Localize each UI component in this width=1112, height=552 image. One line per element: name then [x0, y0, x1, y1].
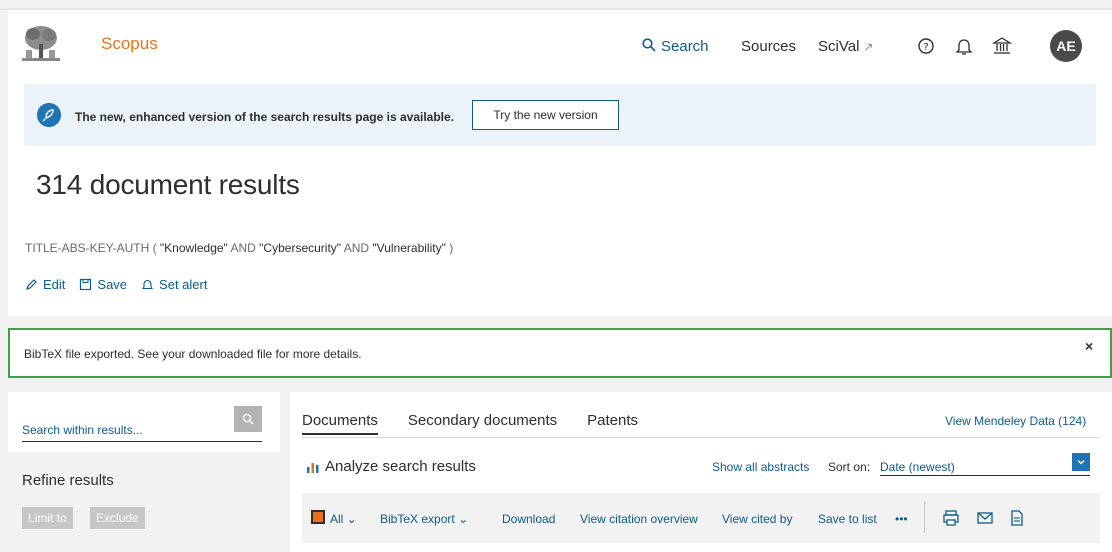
tab-patents[interactable]: Patents [587, 412, 638, 435]
tab-documents[interactable]: Documents [302, 412, 378, 435]
view-cited-by-button[interactable]: View cited by [722, 512, 792, 526]
query-suffix: ) [449, 241, 454, 255]
query-term-2: "Cybersecurity" [259, 241, 342, 255]
try-new-version-button[interactable]: Try the new version [472, 100, 619, 130]
search-within-field [22, 422, 262, 442]
view-mendeley-data-link[interactable]: View Mendeley Data (124) [945, 414, 1086, 428]
analyze-label: Analyze search results [325, 458, 476, 475]
nav-scival-label: SciVal [818, 38, 860, 55]
export-success-alert: BibTeX file exported. See your downloade… [8, 328, 1112, 378]
nav-scival[interactable]: SciVal ↗ [818, 38, 873, 55]
user-avatar[interactable]: AE [1050, 30, 1082, 62]
analyze-search-results-link[interactable]: Analyze search results [306, 458, 476, 475]
query-term-3: "Vulnerability" [372, 241, 446, 255]
chevron-down-icon: ⌄ [458, 512, 469, 526]
sort-on-label: Sort on: [828, 460, 871, 474]
email-icon[interactable] [976, 509, 994, 527]
bell-icon[interactable] [954, 36, 974, 56]
sort-selected-value: Date (newest) [880, 460, 955, 474]
refine-results-title: Refine results [22, 472, 114, 489]
search-within-input[interactable] [22, 423, 222, 437]
search-icon [242, 413, 254, 425]
rocket-icon [37, 103, 61, 127]
download-button[interactable]: Download [502, 512, 555, 526]
document-type-tabs: Documents Secondary documents Patents [302, 412, 638, 435]
edit-query-button[interactable]: Edit [25, 277, 65, 292]
query-op-2: AND [341, 241, 373, 255]
view-citation-overview-button[interactable]: View citation overview [580, 512, 698, 526]
nav-search-label: Search [661, 38, 709, 55]
set-alert-button[interactable]: Set alert [141, 277, 207, 292]
query-term-1: "Knowledge" [159, 241, 228, 255]
show-all-abstracts-link[interactable]: Show all abstracts [712, 460, 809, 474]
chevron-down-icon[interactable] [1072, 453, 1090, 471]
results-content: Documents Secondary documents Patents Vi… [290, 392, 1112, 552]
floppy-disk-icon [80, 278, 92, 291]
results-header-panel: The new, enhanced version of the search … [8, 80, 1112, 316]
select-all-label: All [330, 512, 344, 526]
tabs-divider [302, 437, 1100, 438]
refine-sidebar: Refine results Limit to Exclude [8, 392, 280, 552]
query-op-1: AND [227, 241, 260, 255]
select-all-checkbox[interactable] [311, 510, 325, 524]
nav-sources[interactable]: Sources [741, 38, 796, 55]
print-icon[interactable] [942, 509, 960, 527]
edit-label: Edit [43, 277, 66, 292]
external-link-icon: ↗ [863, 40, 874, 54]
save-label: Save [97, 277, 128, 292]
pdf-icon[interactable] [1008, 509, 1026, 527]
scopus-brand[interactable]: Scopus [101, 34, 158, 54]
close-icon[interactable]: × [1085, 338, 1093, 354]
save-query-button[interactable]: Save [79, 277, 127, 292]
institution-icon[interactable] [992, 36, 1012, 56]
chevron-down-icon: ⌄ [346, 512, 357, 526]
search-icon [642, 38, 656, 52]
toolbar-separator [924, 501, 925, 533]
limit-to-button[interactable]: Limit to [22, 507, 73, 529]
exclude-button[interactable]: Exclude [90, 507, 145, 529]
bell-icon [142, 279, 154, 290]
results-count-title: 314 document results [36, 169, 300, 200]
query-actions: Edit Save Set alert [25, 277, 207, 292]
tab-secondary-documents[interactable]: Secondary documents [408, 412, 557, 435]
search-within-button[interactable] [234, 406, 262, 432]
bibtex-export-dropdown[interactable]: BibTeX export ⌄ [380, 512, 468, 526]
set-alert-label: Set alert [159, 277, 208, 292]
elsevier-logo[interactable] [18, 22, 64, 66]
pencil-icon [26, 279, 37, 290]
new-version-banner: The new, enhanced version of the search … [24, 84, 1096, 146]
alert-message: BibTeX file exported. See your downloade… [24, 347, 362, 361]
search-query: TITLE-ABS-KEY-AUTH ( "Knowledge" AND "Cy… [25, 241, 453, 255]
save-to-list-button[interactable]: Save to list [818, 512, 877, 526]
select-all-dropdown[interactable]: All ⌄ [330, 512, 357, 526]
nav-search[interactable]: Search [642, 38, 709, 55]
header: Scopus Search Sources SciVal ↗ ? AE [8, 10, 1112, 80]
banner-message: The new, enhanced version of the search … [75, 110, 455, 124]
results-toolbar: All ⌄ BibTeX export ⌄ Download View cita… [302, 493, 1100, 543]
more-options-icon[interactable]: ••• [895, 512, 908, 526]
query-prefix: TITLE-ABS-KEY-AUTH ( [25, 241, 157, 255]
bibtex-export-label: BibTeX export [380, 512, 455, 526]
svg-text:?: ? [923, 42, 928, 53]
refine-results-panel: Refine results Limit to Exclude [8, 452, 280, 552]
help-icon[interactable]: ? [916, 36, 936, 56]
bar-chart-icon [307, 462, 319, 473]
sort-select[interactable]: Date (newest) [880, 453, 1090, 476]
